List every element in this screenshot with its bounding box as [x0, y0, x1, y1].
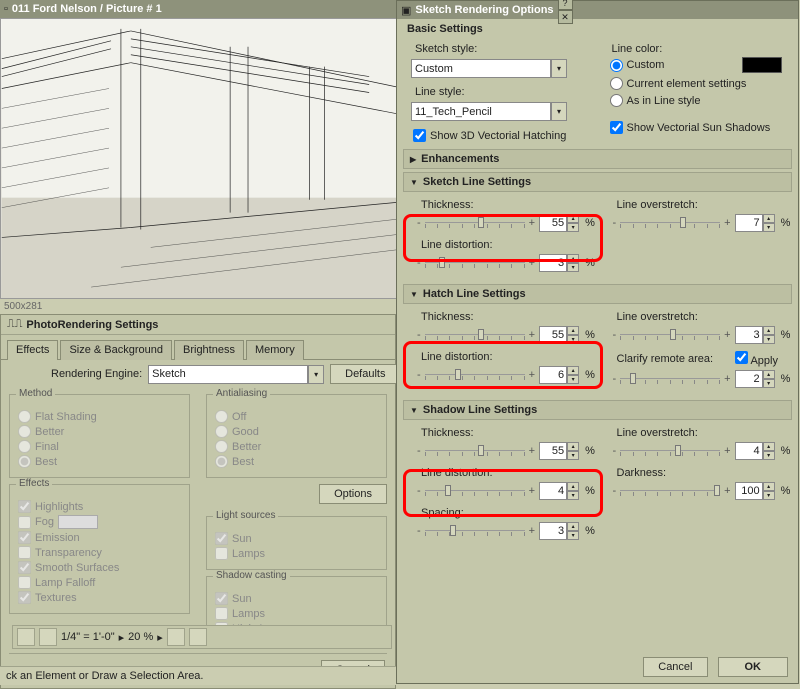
help-icon[interactable]: ?	[558, 0, 573, 10]
main-window: ▫ 011 Ford Nelson / Picture # 1	[0, 0, 396, 689]
chevron-down-icon: ▼	[410, 406, 418, 415]
distortion-slider[interactable]	[425, 253, 525, 273]
tab-strip: Effects Size & Background Brightness Mem…	[1, 335, 395, 360]
tab-brightness[interactable]: Brightness	[174, 340, 244, 360]
chevron-down-icon: ▼	[410, 178, 418, 187]
h-distortion-slider[interactable]	[425, 365, 525, 385]
dropdown-icon[interactable]: ▾	[308, 365, 324, 384]
lc-asstyle-radio[interactable]	[610, 94, 623, 107]
h-thickness-slider[interactable]	[425, 325, 525, 345]
tab-memory[interactable]: Memory	[246, 340, 304, 360]
tab-effects[interactable]: Effects	[7, 340, 58, 360]
status-bar: ck an Element or Draw a Selection Area.	[0, 666, 396, 685]
lc-current-radio[interactable]	[610, 77, 623, 90]
overstretch-slider[interactable]	[620, 213, 720, 233]
sketch-options-dialog: ▣ Sketch Rendering Options ? ✕ Basic Set…	[396, 0, 799, 684]
shadow-line-section[interactable]: ▼Shadow Line Settings	[403, 400, 792, 420]
antialias-group: Antialiasing Off Good Better Best	[206, 394, 387, 478]
dropdown-icon[interactable]: ▾	[551, 59, 567, 78]
bottom-toolbar: 1/4" = 1'-0" ▸ 20 % ▸	[12, 625, 392, 649]
effects-group: Effects Highlights Fog Emission Transpar…	[9, 484, 190, 614]
apply-check[interactable]	[735, 351, 748, 364]
h-thickness-input[interactable]: ▴▾	[539, 326, 579, 344]
viewport-dimensions: 500x281	[0, 299, 396, 314]
fog-color	[58, 515, 98, 529]
method-group: Method Flat Shading Better Final Best	[9, 394, 190, 478]
ok-button[interactable]: OK	[718, 657, 789, 677]
panel-icon: ⎍⎍	[7, 318, 22, 331]
engine-label: Rendering Engine:	[51, 368, 142, 380]
engine-select[interactable]: ▾	[148, 365, 324, 384]
close-icon[interactable]: ✕	[558, 10, 573, 24]
thickness-input[interactable]: ▴▾	[539, 214, 579, 232]
dialog-titlebar[interactable]: ▣ Sketch Rendering Options ? ✕	[397, 1, 798, 19]
tool-icon[interactable]	[17, 628, 35, 646]
picture-icon: ▫	[4, 3, 8, 15]
chevron-right-icon: ▶	[410, 155, 416, 164]
basic-settings-header: Basic Settings	[397, 19, 798, 39]
scale-display[interactable]: 1/4" = 1'-0"	[61, 631, 115, 643]
sketch-line-section[interactable]: ▼Sketch Line Settings	[403, 172, 792, 192]
overstretch-input[interactable]: ▴▾	[735, 214, 775, 232]
dropdown-icon[interactable]: ▾	[551, 102, 567, 121]
tool-icon[interactable]	[189, 628, 207, 646]
options-button[interactable]: Options	[319, 484, 387, 504]
zoom-display[interactable]: 20 %	[128, 631, 153, 643]
hatch-line-section[interactable]: ▼Hatch Line Settings	[403, 284, 792, 304]
tab-size[interactable]: Size & Background	[60, 340, 172, 360]
tool-icon[interactable]	[167, 628, 185, 646]
lights-group: Light sources Sun Lamps	[206, 516, 387, 570]
cancel-button[interactable]: Cancel	[643, 657, 707, 677]
dialog-icon: ▣	[401, 4, 411, 17]
defaults-button[interactable]: Defaults	[330, 364, 400, 384]
show-sun-check[interactable]	[610, 121, 623, 134]
line-style-select[interactable]: ▾	[411, 102, 567, 121]
panel-header: ⎍⎍ PhotoRendering Settings	[1, 315, 395, 335]
sketch-style-select[interactable]: ▾	[411, 59, 567, 78]
main-titlebar: ▫ 011 Ford Nelson / Picture # 1	[0, 0, 396, 18]
spin-up-icon[interactable]: ▴	[567, 214, 579, 223]
show-hatching-check[interactable]	[413, 129, 426, 142]
enhancements-section[interactable]: ▶Enhancements	[403, 149, 792, 169]
distortion-input[interactable]: ▴▾	[539, 254, 579, 272]
thickness-slider[interactable]	[425, 213, 525, 233]
chevron-down-icon: ▼	[410, 290, 418, 299]
lc-custom-radio[interactable]	[610, 59, 623, 72]
tool-icon[interactable]	[39, 628, 57, 646]
window-title: 011 Ford Nelson / Picture # 1	[12, 3, 162, 15]
color-swatch[interactable]	[742, 57, 782, 73]
spin-down-icon[interactable]: ▾	[567, 223, 579, 232]
